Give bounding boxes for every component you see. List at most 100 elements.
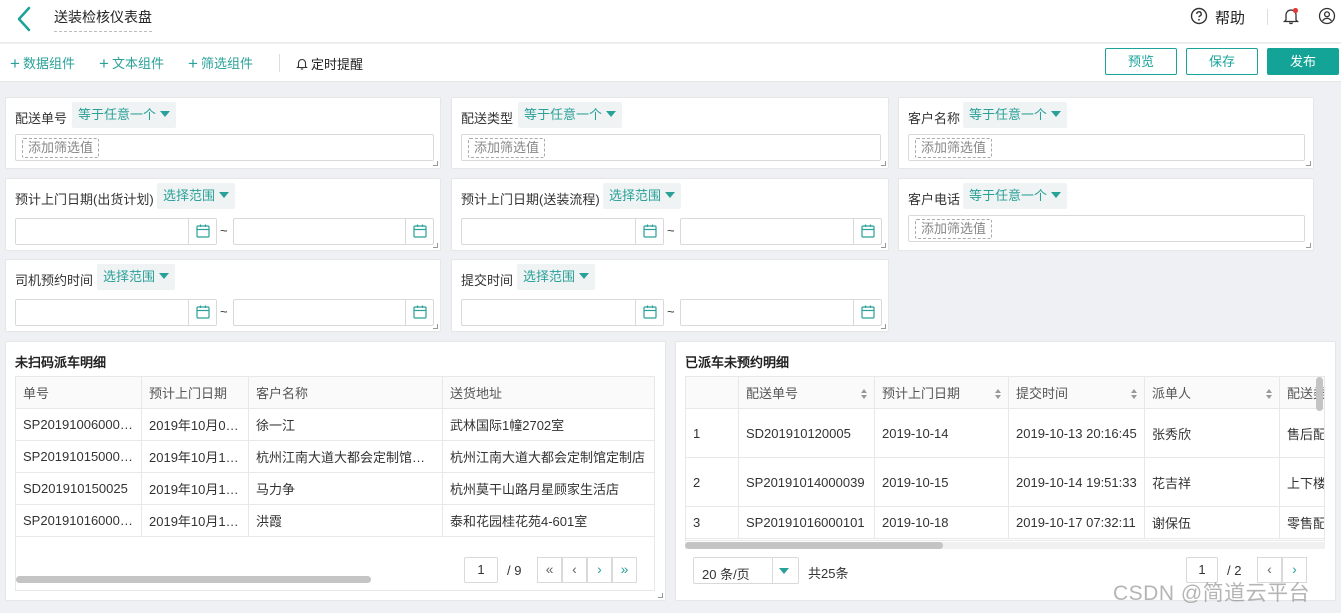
filter-value-input[interactable]: 添加筛选值 — [461, 134, 881, 161]
range-separator: ~ — [220, 304, 228, 319]
range-operator-dropdown[interactable]: 选择范围 — [603, 183, 682, 209]
scheduled-reminder-button[interactable]: 定时提醒 — [296, 54, 363, 73]
sort-icon[interactable] — [860, 388, 868, 400]
resize-handle[interactable] — [658, 593, 663, 598]
resize-handle[interactable] — [433, 324, 438, 329]
data-table: 配送单号 预计上门日期 提交时间 派单人 配送类 1 SD201910120005… — [686, 377, 1324, 539]
caret-down-icon — [606, 111, 617, 117]
table-row[interactable]: SP201910150000... 2019年10月17... 杭州江南大道大都会定… — [16, 440, 654, 473]
calendar-icon[interactable] — [188, 219, 216, 244]
bell-icon[interactable] — [1282, 7, 1300, 25]
sort-icon[interactable] — [1265, 388, 1273, 400]
add-filter-value-chip[interactable]: 添加筛选值 — [468, 138, 546, 158]
table-row[interactable]: 1 SD201910120005 2019-10-14 2019-10-13 20:1… — [686, 408, 1324, 458]
table-row[interactable]: SP201910160000... 2019年10月18... 洪霞 泰和花园桂花苑4… — [16, 504, 654, 537]
resize-handle[interactable] — [881, 243, 886, 248]
filter-value-input[interactable]: 添加筛选值 — [15, 134, 434, 161]
add-text-component-button[interactable]: + 文本组件 — [99, 53, 164, 74]
filter-value-input[interactable]: 添加筛选值 — [908, 215, 1305, 242]
add-filter-value-chip[interactable]: 添加筛选值 — [22, 138, 100, 158]
table-cell: 零售配 — [1279, 506, 1324, 539]
table-row[interactable]: 2 SP20191014000039 2019-10-15 2019-10-14 19… — [686, 457, 1324, 507]
table-cell: 2019年10月18... — [141, 504, 249, 537]
add-filter-value-chip[interactable]: 添加筛选值 — [915, 138, 993, 158]
date-end-input[interactable] — [233, 299, 434, 326]
range-operator-dropdown[interactable]: 选择范围 — [157, 183, 236, 209]
calendar-icon[interactable] — [405, 300, 433, 325]
sort-icon[interactable] — [1130, 388, 1138, 400]
filter-operator-dropdown[interactable]: 等于任意一个 — [518, 102, 623, 128]
user-icon[interactable] — [1318, 7, 1336, 25]
column-header[interactable]: 送货地址 — [442, 377, 654, 409]
table-row[interactable]: 3 SP20191016000101 2019-10-18 2019-10-17 07… — [686, 506, 1324, 539]
resize-handle[interactable] — [433, 243, 438, 248]
filter-operator-dropdown[interactable]: 等于任意一个 — [72, 102, 177, 128]
filter-operator-dropdown[interactable]: 等于任意一个 — [963, 183, 1068, 209]
help-label[interactable]: 帮助 — [1215, 7, 1245, 28]
add-filter-value-chip[interactable]: 添加筛选值 — [915, 219, 993, 239]
add-filter-component-button[interactable]: + 筛选组件 — [188, 53, 253, 74]
table-cell: 2019年10月17... — [141, 440, 249, 473]
calendar-icon[interactable] — [405, 219, 433, 244]
date-start-input[interactable] — [461, 299, 664, 326]
date-end-input[interactable] — [680, 218, 882, 245]
column-header[interactable]: 客户名称 — [248, 377, 443, 409]
vertical-scrollbar[interactable] — [1316, 377, 1323, 411]
prev-page-icon[interactable]: ‹ — [562, 557, 587, 583]
table-cell: 杭州江南大道大都会定制馆定制... — [248, 440, 443, 473]
back-arrow-icon[interactable] — [14, 5, 36, 33]
page-number-input[interactable]: 1 — [464, 557, 498, 583]
table-cell: 1 — [686, 408, 739, 458]
last-page-icon[interactable]: » — [612, 557, 637, 583]
calendar-icon[interactable] — [853, 300, 881, 325]
next-page-icon[interactable]: › — [587, 557, 612, 583]
horizontal-scrollbar[interactable] — [16, 576, 371, 583]
date-start-input[interactable] — [15, 299, 217, 326]
date-end-input[interactable] — [680, 299, 882, 326]
date-start-input[interactable] — [461, 218, 664, 245]
range-operator-dropdown[interactable]: 选择范围 — [517, 264, 596, 290]
save-button[interactable]: 保存 — [1186, 48, 1258, 75]
column-header[interactable]: 单号 — [16, 377, 142, 409]
resize-handle[interactable] — [1306, 243, 1311, 248]
column-header[interactable]: 提交时间 — [1008, 377, 1145, 409]
date-start-input[interactable] — [15, 218, 217, 245]
dispatched-unbooked-table-card: 已派车未预约明细 配送单号 预计上门日期 提交时间 派单人 配送类 1 SD201… — [675, 341, 1336, 601]
column-header[interactable]: 预计上门日期 — [874, 377, 1009, 409]
table-cell: 3 — [686, 506, 739, 539]
column-header[interactable]: 派单人 — [1144, 377, 1280, 409]
preview-button[interactable]: 预览 — [1105, 48, 1177, 75]
resize-handle[interactable] — [1306, 161, 1311, 166]
calendar-icon[interactable] — [853, 219, 881, 244]
total-pages: / 9 — [507, 563, 522, 578]
resize-handle[interactable] — [881, 161, 886, 166]
first-page-icon[interactable]: « — [537, 557, 562, 583]
table-cell: 2019-10-15 — [874, 457, 1009, 507]
filter-operator-dropdown[interactable]: 等于任意一个 — [963, 102, 1068, 128]
filter-label: 客户名称 — [908, 111, 961, 126]
caret-down-icon[interactable] — [772, 558, 798, 583]
table-row[interactable]: SP201910060000... 2019年10月08... 徐一江 武林国际1幢2… — [16, 408, 654, 441]
calendar-icon[interactable] — [635, 300, 663, 325]
publish-button[interactable]: 发布 — [1267, 48, 1339, 75]
column-header[interactable]: 配送单号 — [738, 377, 875, 409]
page-size-select[interactable]: 20 条/页 — [693, 557, 799, 584]
table-cell: SD201910150025 — [16, 472, 142, 505]
calendar-icon[interactable] — [635, 219, 663, 244]
add-data-component-button[interactable]: + 数据组件 — [10, 53, 75, 74]
table-cell: SP201910060000... — [16, 408, 142, 441]
calendar-icon[interactable] — [188, 300, 216, 325]
table-row[interactable]: SD201910150025 2019年10月17... 马力争 杭州莫干山路月星顾家… — [16, 472, 654, 505]
resize-handle[interactable] — [433, 161, 438, 166]
range-operator-dropdown[interactable]: 选择范围 — [97, 264, 176, 290]
caret-down-icon — [579, 273, 590, 279]
column-header[interactable]: 预计上门日期 — [141, 377, 249, 409]
resize-handle[interactable] — [881, 324, 886, 329]
horizontal-scrollbar-thumb[interactable] — [685, 542, 943, 549]
date-end-input[interactable] — [233, 218, 434, 245]
filter-value-input[interactable]: 添加筛选值 — [908, 134, 1305, 161]
sort-icon[interactable] — [994, 388, 1002, 400]
range-separator: ~ — [220, 223, 228, 238]
page-title[interactable]: 送装检核仪表盘 — [54, 7, 152, 32]
help-circle-icon[interactable] — [1190, 7, 1208, 25]
